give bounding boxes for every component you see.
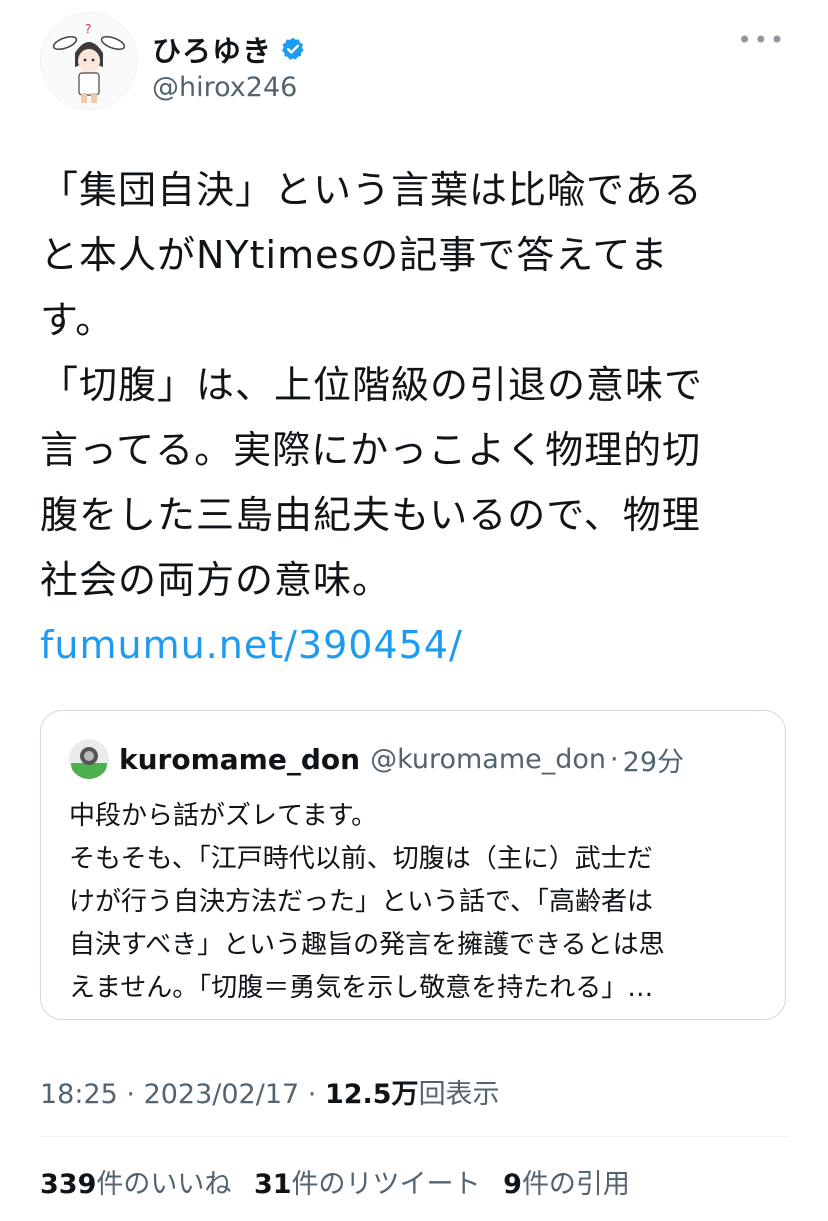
quoted-tweet[interactable]: kuromame_don @kuromame_don · 29分 中段から話がズ…: [40, 710, 786, 1020]
tweet-time[interactable]: 18:25: [40, 1079, 118, 1110]
quotes-count: 9: [503, 1169, 522, 1200]
author-avatar[interactable]: ?: [40, 12, 138, 110]
meta-separator: ·: [299, 1079, 325, 1110]
user-avatar-illustration-icon: ?: [41, 13, 137, 109]
quoted-tweet-body: 中段から話がズレてます。 そもそも、「江戸時代以前、切腹は（主に）武士だ けが行…: [69, 795, 769, 1010]
tweet-line: 「集団自決」という言葉は比喩である: [40, 168, 703, 212]
likes-stat[interactable]: 339件のいいね: [40, 1169, 231, 1200]
retweets-stat[interactable]: 31件のリツイート: [254, 1169, 481, 1200]
quoted-separator: ·: [610, 743, 619, 775]
more-options-icon[interactable]: •••: [738, 26, 786, 54]
quoted-tweet-header: kuromame_don @kuromame_don · 29分: [69, 739, 684, 779]
tweet-line: と本人がNYtimesの記事で答えてま: [40, 233, 669, 277]
verified-badge-icon: [281, 37, 304, 60]
view-count-label: 回表示: [418, 1079, 500, 1110]
likes-label: 件のいいね: [96, 1169, 232, 1200]
quoted-line: そもそも、「江戸時代以前、切腹は（主に）武士だ: [69, 844, 653, 874]
quotes-label: 件の引用: [521, 1169, 630, 1200]
tweet-body: 「集団自決」という言葉は比喩である と本人がNYtimesの記事で答えてま す。…: [40, 158, 800, 678]
tweet-line: す。: [40, 298, 115, 342]
author-handle[interactable]: @hirox246: [152, 72, 297, 103]
likes-count: 339: [40, 1169, 97, 1200]
tweet-link[interactable]: fumumu.net/390454/: [40, 623, 463, 667]
divider: [40, 1136, 788, 1137]
tweet-line: 言ってる。実際にかっこよく物理的切: [40, 428, 702, 472]
svg-text:?: ?: [85, 22, 91, 36]
tweet-meta: 18:25 · 2023/02/17 · 12.5万回表示: [40, 1072, 500, 1111]
quoted-line: けが行う自決方法だった」という話で、「高齢者は: [69, 887, 653, 917]
retweets-label: 件のリツイート: [291, 1169, 481, 1200]
quoted-avatar-icon: [69, 739, 109, 779]
quoted-line: 中段から話がズレてます。: [69, 801, 378, 831]
tweet-header: ? ひろゆき @hirox246 •••: [40, 12, 790, 112]
tweet-line: 社会の両方の意味。: [40, 558, 392, 602]
quotes-stat[interactable]: 9件の引用: [503, 1169, 630, 1200]
quoted-author-name: kuromame_don: [119, 742, 361, 776]
quoted-line: えません。「切腹＝勇気を示し敬意を持たれる」…: [69, 973, 654, 1003]
quoted-author-avatar[interactable]: [69, 739, 109, 779]
retweets-count: 31: [253, 1169, 292, 1200]
tweet-line: 「切腹」は、上位階級の引退の意味で: [40, 363, 704, 407]
engagement-stats: 339件のいいね 31件のリツイート 9件の引用: [40, 1162, 644, 1201]
meta-separator: ·: [117, 1079, 144, 1110]
tweet-line: 腹をした三島由紀夫もいるので、物理: [40, 493, 701, 537]
author-display-name[interactable]: ひろゆき: [152, 28, 272, 70]
quoted-author-handle: @kuromame_don: [370, 743, 607, 775]
quoted-line: 自決すべき」という趣旨の発言を擁護できるとは思: [69, 930, 665, 960]
view-count: 12.5万: [324, 1079, 419, 1110]
author-name-row: ひろゆき: [152, 28, 306, 70]
tweet-date[interactable]: 2023/02/17: [144, 1079, 300, 1110]
quoted-timestamp: 29分: [622, 746, 684, 778]
